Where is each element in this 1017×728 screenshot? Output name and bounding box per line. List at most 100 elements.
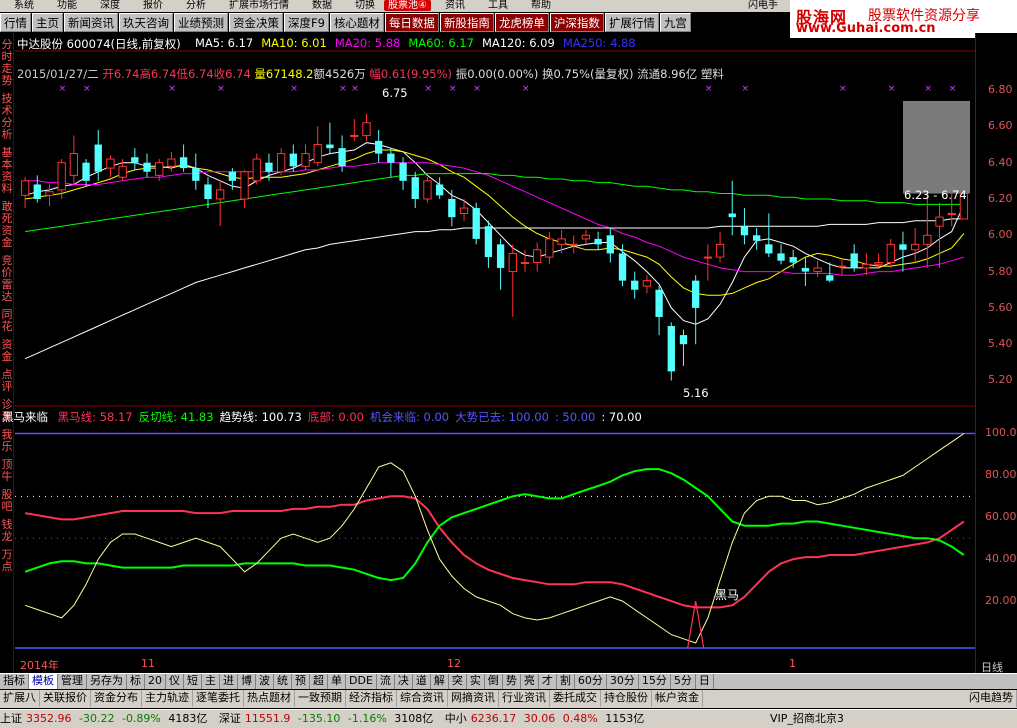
left-nav-item[interactable]: 同花 <box>0 309 14 333</box>
bottom-tab[interactable]: 日 <box>696 674 714 689</box>
function-button[interactable]: 行业资讯 <box>499 690 550 707</box>
tab-5[interactable]: 资金决策 <box>229 13 283 32</box>
function-button[interactable]: 关联报价 <box>40 690 91 707</box>
function-button[interactable]: 综合资讯 <box>397 690 448 707</box>
sh-index[interactable]: 上证 3352.96 -30.22 -0.89% 4183亿 <box>0 710 211 728</box>
tab-6[interactable]: 深度F9 <box>284 13 329 32</box>
tab-7[interactable]: 核心题材 <box>329 13 384 32</box>
tab-10[interactable]: 龙虎榜单 <box>494 13 549 32</box>
sz-index[interactable]: 深证 11551.9 -135.10 -1.16% 3108亿 <box>219 710 437 728</box>
bottom-tab[interactable]: 博 <box>238 674 256 689</box>
function-button[interactable]: 资金分布 <box>91 690 142 707</box>
tab-12[interactable]: 扩展行情 <box>604 13 659 32</box>
bottom-tab[interactable]: 流 <box>377 674 395 689</box>
left-nav-item[interactable]: 分时走势 <box>0 39 14 87</box>
menu-right-label[interactable]: 闪电手 <box>734 0 787 11</box>
function-button[interactable]: 网摘资讯 <box>448 690 499 707</box>
left-nav-item[interactable]: 钱龙 <box>0 519 14 543</box>
bottom-tab[interactable]: 单 <box>328 674 346 689</box>
function-button[interactable]: 逐笔委托 <box>193 690 244 707</box>
kline-chart[interactable]: × × × × × × × × × × × × × × × × × <box>15 33 975 655</box>
left-nav: 分时走势 技术分析 基本资料 敢死资金 竞价雷达 同花 资金 点评 诊测 我乐 顶牛 股吧 钱龙 万点 <box>0 33 14 683</box>
left-nav-item[interactable]: 万点 <box>0 549 14 573</box>
indicator-tick: 40.00 <box>985 552 1017 566</box>
bottom-tab[interactable]: 管理 <box>58 674 87 689</box>
bottom-tab[interactable]: DDE <box>346 674 377 689</box>
left-nav-item[interactable]: 点评 <box>0 369 14 393</box>
left-nav-item[interactable]: 股吧 <box>0 489 14 513</box>
menu-item[interactable]: 分析 <box>172 0 215 11</box>
left-nav-item[interactable]: 竞价雷达 <box>0 255 14 303</box>
bottom-tab[interactable]: 15分 <box>639 674 671 689</box>
bottom-tab[interactable]: 倒 <box>485 674 503 689</box>
menu-item[interactable]: 帮助 <box>517 0 560 11</box>
function-button[interactable]: 主力轨迹 <box>142 690 193 707</box>
tab-3[interactable]: 玖天咨询 <box>119 13 173 32</box>
bottom-tab[interactable]: 短 <box>184 674 202 689</box>
function-button[interactable]: 持仓股份 <box>601 690 652 707</box>
menu-item[interactable]: 深度 <box>86 0 129 11</box>
function-button[interactable]: 委托成交 <box>550 690 601 707</box>
tab-9[interactable]: 新股指南 <box>439 13 494 32</box>
bottom-tab[interactable]: 进 <box>220 674 238 689</box>
bottom-tab[interactable]: 标 <box>127 674 145 689</box>
bottom-tab[interactable]: 指标 <box>0 674 29 689</box>
ma-legend-item: MA250: 4.88 <box>562 36 636 50</box>
bottom-tab[interactable]: 才 <box>539 674 557 689</box>
bottom-tab[interactable]: 主 <box>202 674 220 689</box>
menu-item[interactable]: 功能 <box>43 0 86 11</box>
function-button[interactable]: 经济指标 <box>346 690 397 707</box>
function-button[interactable]: 扩展八 <box>0 690 40 707</box>
bottom-tab[interactable]: 波 <box>256 674 274 689</box>
bottom-tab[interactable]: 道 <box>413 674 431 689</box>
menu-item[interactable]: 扩展市场行情 <box>215 0 298 11</box>
stock-pool-button[interactable]: 股票池④ <box>384 0 431 11</box>
function-button[interactable]: 热点题材 <box>244 690 295 707</box>
tab-4[interactable]: 业绩预测 <box>174 13 228 32</box>
tab-8[interactable]: 每日数据 <box>384 13 439 32</box>
vip-account[interactable]: VIP_招商北京3 <box>770 710 844 728</box>
bottom-tab[interactable]: 割 <box>557 674 575 689</box>
bottom-tab[interactable]: 5分 <box>671 674 696 689</box>
candle-body <box>289 153 297 167</box>
bottom-tab[interactable]: 实 <box>467 674 485 689</box>
left-nav-item[interactable]: 技术分析 <box>0 93 14 141</box>
tab-0[interactable]: 行情 <box>0 13 31 32</box>
candle-body <box>326 144 334 149</box>
menu-item[interactable]: 切换 <box>341 0 384 11</box>
tab-2[interactable]: 新闻资讯 <box>64 13 118 32</box>
function-button[interactable]: 一致预期 <box>295 690 346 707</box>
tab-11[interactable]: 沪深指数 <box>549 13 604 32</box>
zx-index[interactable]: 中小 6236.17 30.06 0.48% 1153亿 <box>445 710 648 728</box>
bottom-tab[interactable]: 预 <box>292 674 310 689</box>
left-nav-item[interactable]: 敢死资金 <box>0 201 14 249</box>
bottom-tab[interactable]: 模板 <box>29 674 58 689</box>
left-nav-item[interactable]: 我乐 <box>0 429 14 453</box>
menu-item[interactable]: 报价 <box>129 0 172 11</box>
bottom-tab[interactable]: 亮 <box>521 674 539 689</box>
tab-13[interactable]: 九宫 <box>659 13 691 32</box>
left-nav-item[interactable]: 顶牛 <box>0 459 14 483</box>
time-axis-month-12: 12 <box>447 657 461 670</box>
function-button[interactable]: 帐户资金 <box>652 690 703 707</box>
bottom-tab[interactable]: 另存为 <box>87 674 127 689</box>
menu-item[interactable]: 数据 <box>298 0 341 11</box>
function-right[interactable]: 闪电趋势 <box>966 690 1017 707</box>
bottom-tab[interactable]: 30分 <box>607 674 639 689</box>
left-nav-item[interactable]: 基本资料 <box>0 147 14 195</box>
menu-item[interactable]: 资讯 <box>431 0 474 11</box>
bottom-tab[interactable]: 势 <box>503 674 521 689</box>
bottom-tab[interactable]: 突 <box>449 674 467 689</box>
bottom-tab[interactable]: 超 <box>310 674 328 689</box>
bottom-tab[interactable]: 60分 <box>575 674 607 689</box>
menu-item[interactable]: 工具 <box>474 0 517 11</box>
menu-item[interactable]: 系统 <box>0 0 43 11</box>
left-nav-item[interactable]: 资金 <box>0 339 14 363</box>
chart-area[interactable]: × × × × × × × × × × × × × × × × × 中达股份 600074(日线,前复权) MA… <box>2 33 975 672</box>
bottom-tab[interactable]: 20 <box>145 674 166 689</box>
bottom-tab[interactable]: 仪 <box>166 674 184 689</box>
bottom-tab[interactable]: 解 <box>431 674 449 689</box>
bottom-tab[interactable]: 决 <box>395 674 413 689</box>
tab-1[interactable]: 主页 <box>32 13 63 32</box>
bottom-tab[interactable]: 统 <box>274 674 292 689</box>
